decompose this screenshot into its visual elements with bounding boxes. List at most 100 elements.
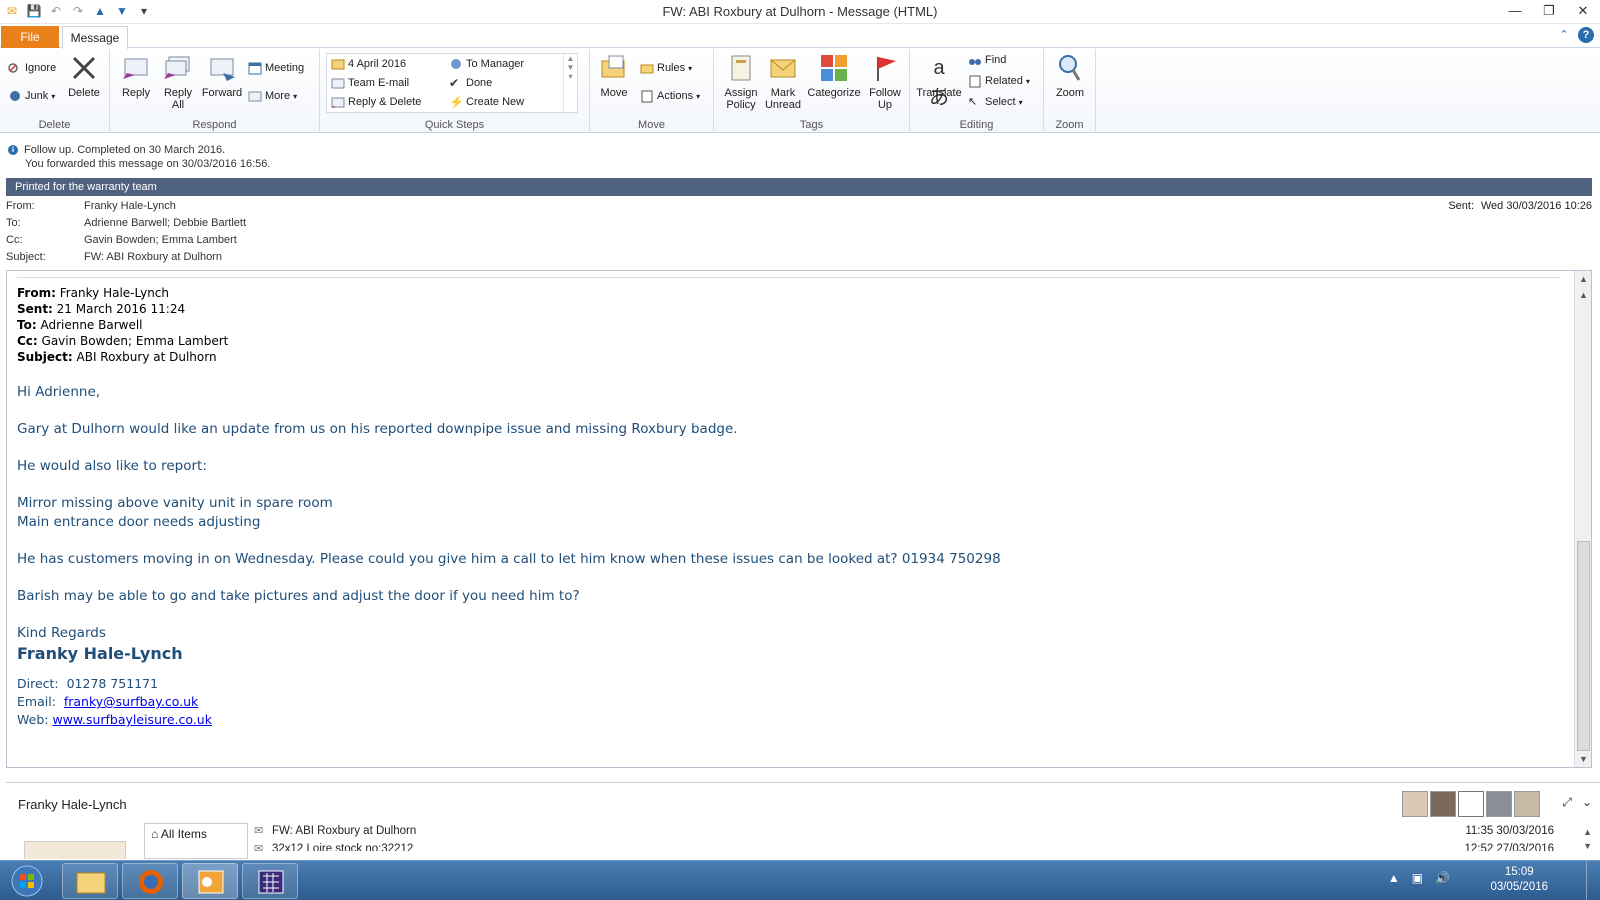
all-items-nav[interactable]: ⌂ All Items xyxy=(144,823,248,859)
follow-up-label-1: Follow xyxy=(869,87,901,99)
people-scrollbar[interactable]: ▲ ▼ xyxy=(1583,825,1592,853)
related-button[interactable]: Related ▾ xyxy=(968,74,1030,88)
message-body[interactable]: From: Franky Hale-Lynch Sent: 21 March 2… xyxy=(6,270,1592,768)
quick-step-create-new[interactable]: ⚡ Create New xyxy=(449,95,524,109)
select-button[interactable]: ↖ Select ▾ xyxy=(968,95,1023,109)
expand-icon[interactable]: ⤢ xyxy=(1562,795,1572,810)
group-label-tags: Tags xyxy=(799,119,824,131)
quick-step-reply-delete[interactable]: Reply & Delete xyxy=(331,95,421,109)
header-to-row: To: Adrienne Barwell; Debbie Bartlett xyxy=(6,217,1592,234)
translate-button[interactable]: aあ Translate xyxy=(914,53,964,109)
categorize-icon xyxy=(819,53,849,83)
follow-up-button[interactable]: Follow Up xyxy=(864,53,906,111)
avatar[interactable] xyxy=(1402,791,1428,817)
chevron-down-icon: ▾ xyxy=(696,91,701,101)
close-button[interactable]: ✕ xyxy=(1566,0,1600,22)
meeting-button[interactable]: Meeting xyxy=(248,61,304,75)
scroll-up-arrow[interactable]: ▲ xyxy=(1575,271,1591,287)
web-link[interactable]: www.surfbayleisure.co.uk xyxy=(52,712,212,727)
avatar[interactable] xyxy=(1514,791,1540,817)
ribbon: Ignore Junk ▾ Delete Delete Reply Reply … xyxy=(0,49,1600,133)
chevron-down-icon[interactable]: ⌄ xyxy=(1582,795,1592,810)
categorize-button[interactable]: Categorize xyxy=(806,53,862,99)
clock[interactable]: 15:09 03/05/2016 xyxy=(1490,865,1548,895)
reply-button[interactable]: Reply xyxy=(116,53,156,99)
taskbar-explorer[interactable] xyxy=(62,863,118,899)
network-icon[interactable]: ▣ xyxy=(1412,871,1423,885)
quick-step-label: Done xyxy=(466,77,493,89)
group-editing: aあ Translate Find Related ▾ ↖ Select ▾ E… xyxy=(910,49,1044,133)
cursor-icon: ↖ xyxy=(968,96,978,108)
minimize-button[interactable]: — xyxy=(1498,0,1532,22)
from-label: From: xyxy=(6,200,35,212)
reply-all-button[interactable]: Reply All xyxy=(158,53,198,111)
to-value[interactable]: Adrienne Barwell; Debbie Bartlett xyxy=(84,217,246,229)
actions-button[interactable]: Actions ▾ xyxy=(640,89,700,103)
find-button[interactable]: Find xyxy=(968,53,1006,67)
quick-step-label: Create New xyxy=(466,96,525,108)
rules-button[interactable]: Rules ▾ xyxy=(640,61,692,75)
report-item: Main entrance door needs adjusting xyxy=(17,514,261,530)
quick-step-to-manager[interactable]: To Manager xyxy=(449,57,524,71)
find-label: Find xyxy=(985,54,1007,66)
envelope-icon xyxy=(768,53,798,83)
mark-unread-button[interactable]: Mark Unread xyxy=(762,53,804,111)
scroll-thumb[interactable] xyxy=(1577,541,1590,751)
taskbar-outlook[interactable] xyxy=(182,863,238,899)
taskbar-firefox[interactable] xyxy=(122,863,178,899)
scroll-up-arrow[interactable]: ▲ xyxy=(1575,287,1591,303)
subject-value: FW: ABI Roxbury at Dulhorn xyxy=(84,251,222,263)
forward-button[interactable]: Forward xyxy=(198,53,246,99)
cc-value[interactable]: Gavin Bowden; Emma Lambert xyxy=(84,234,237,246)
volume-icon[interactable]: 🔊 xyxy=(1435,871,1450,885)
quick-steps-scroll[interactable]: ▲ ▼ ▾ xyxy=(563,54,577,112)
info-bar: i Follow up. Completed on 30 March 2016. … xyxy=(8,143,270,171)
direct-label: Direct: xyxy=(17,676,59,691)
group-label-move: Move xyxy=(638,119,665,131)
reply-delete-icon xyxy=(331,95,345,109)
subject-label: Subject: xyxy=(6,251,46,263)
body-scrollbar[interactable]: ▲ ▲ ▼ xyxy=(1574,271,1591,767)
body-paragraph: He has customers moving in on Wednesday.… xyxy=(17,551,1001,567)
assign-policy-label-1: Assign xyxy=(724,87,758,99)
avatar[interactable] xyxy=(1458,791,1484,817)
junk-icon xyxy=(8,89,22,103)
tab-message[interactable]: Message xyxy=(62,26,128,49)
more-respond-button[interactable]: More ▾ xyxy=(248,89,297,103)
reply-label: Reply xyxy=(121,87,151,99)
tab-file[interactable]: File xyxy=(1,26,59,48)
avatar[interactable] xyxy=(1486,791,1512,817)
help-icon[interactable]: ? xyxy=(1578,27,1594,43)
quick-step-team-email[interactable]: Team E-mail xyxy=(331,76,409,90)
tray-expand-icon[interactable]: ▲ xyxy=(1388,871,1400,885)
list-item[interactable]: ✉ 32x12 Loire stock no:32212 12:52 27/03… xyxy=(254,841,1554,851)
collapse-ribbon-icon[interactable]: ⌃ xyxy=(1556,27,1572,43)
chevron-down-icon: ▾ xyxy=(688,63,693,73)
quick-step-4-april[interactable]: 4 April 2016 xyxy=(331,57,406,71)
avatar[interactable] xyxy=(1430,791,1456,817)
restore-button[interactable]: ❐ xyxy=(1532,0,1566,22)
scroll-down-arrow[interactable]: ▼ xyxy=(1575,751,1591,767)
from-value[interactable]: Franky Hale-Lynch xyxy=(84,200,176,212)
junk-button[interactable]: Junk ▾ xyxy=(8,89,55,103)
ignore-button[interactable]: Ignore xyxy=(8,61,56,75)
list-item[interactable]: ✉ FW: ABI Roxbury at Dulhorn 11:35 30/03… xyxy=(254,823,1554,841)
window-controls: — ❐ ✕ xyxy=(1498,0,1600,22)
email-link[interactable]: franky@surfbay.co.uk xyxy=(64,694,198,709)
contact-avatars xyxy=(1402,791,1540,817)
zoom-button[interactable]: Zoom xyxy=(1050,53,1090,99)
start-button[interactable] xyxy=(6,863,48,899)
taskbar-app[interactable] xyxy=(242,863,298,899)
ribbon-tabs: File Message ⌃ ? xyxy=(0,24,1600,49)
show-desktop-button[interactable] xyxy=(1586,861,1600,900)
assign-policy-button[interactable]: Assign Policy xyxy=(720,53,762,111)
fwd-from-value: Franky Hale-Lynch xyxy=(55,286,169,300)
group-quick-steps: 4 April 2016 To Manager Team E-mail ✔ Do… xyxy=(320,49,590,133)
translate-label: Translate xyxy=(916,87,962,99)
delete-button[interactable]: Delete xyxy=(64,53,104,99)
quick-step-done[interactable]: ✔ Done xyxy=(449,76,492,90)
move-button[interactable]: Move xyxy=(596,53,632,99)
assign-policy-label-2: Policy xyxy=(726,99,756,111)
header-from-row: From: Franky Hale-Lynch Sent: Wed 30/03/… xyxy=(6,200,1592,217)
fwd-cc-value: Gavin Bowden; Emma Lambert xyxy=(37,334,229,348)
